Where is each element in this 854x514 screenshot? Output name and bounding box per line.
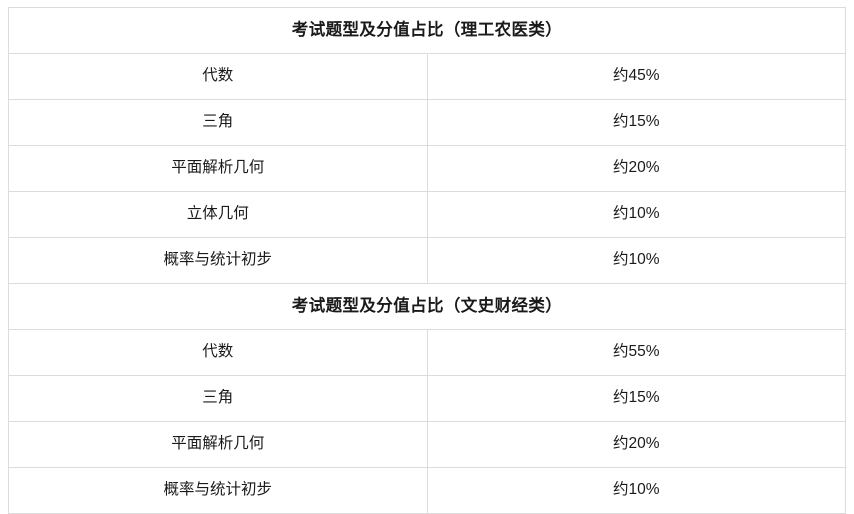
table-row: 三角 约15% [8, 99, 846, 146]
table-row: 概率与统计初步 约10% [8, 237, 846, 284]
exam-score-distribution-table: 考试题型及分值占比（理工农医类） 代数 约45% 三角 约15% 平面解析几何 … [8, 7, 846, 514]
table-row: 平面解析几何 约20% [8, 145, 846, 192]
document-sheet: 考试题型及分值占比（理工农医类） 代数 约45% 三角 约15% 平面解析几何 … [0, 0, 854, 514]
table-row: 代数 约55% [8, 329, 846, 376]
section-title-row: 考试题型及分值占比（文史财经类） [8, 283, 846, 330]
percentage-value: 约55% [426, 329, 846, 376]
table-row: 三角 约15% [8, 375, 846, 422]
percentage-value: 约45% [426, 53, 846, 100]
topic-label: 概率与统计初步 [8, 237, 428, 284]
topic-label: 代数 [8, 329, 428, 376]
table-row: 概率与统计初步 约10% [8, 467, 846, 514]
section-title-row: 考试题型及分值占比（理工农医类） [8, 7, 846, 54]
topic-label: 三角 [8, 375, 428, 422]
topic-label: 代数 [8, 53, 428, 100]
table-row: 立体几何 约10% [8, 191, 846, 238]
percentage-value: 约15% [426, 99, 846, 146]
section-title-science: 考试题型及分值占比（理工农医类） [8, 7, 846, 54]
percentage-value: 约10% [426, 237, 846, 284]
topic-label: 三角 [8, 99, 428, 146]
topic-label: 平面解析几何 [8, 421, 428, 468]
section-title-liberal-arts: 考试题型及分值占比（文史财经类） [8, 283, 846, 330]
table-row: 代数 约45% [8, 53, 846, 100]
percentage-value: 约10% [426, 191, 846, 238]
percentage-value: 约10% [426, 467, 846, 514]
percentage-value: 约20% [426, 145, 846, 192]
topic-label: 立体几何 [8, 191, 428, 238]
topic-label: 平面解析几何 [8, 145, 428, 192]
percentage-value: 约15% [426, 375, 846, 422]
percentage-value: 约20% [426, 421, 846, 468]
topic-label: 概率与统计初步 [8, 467, 428, 514]
table-row: 平面解析几何 约20% [8, 421, 846, 468]
